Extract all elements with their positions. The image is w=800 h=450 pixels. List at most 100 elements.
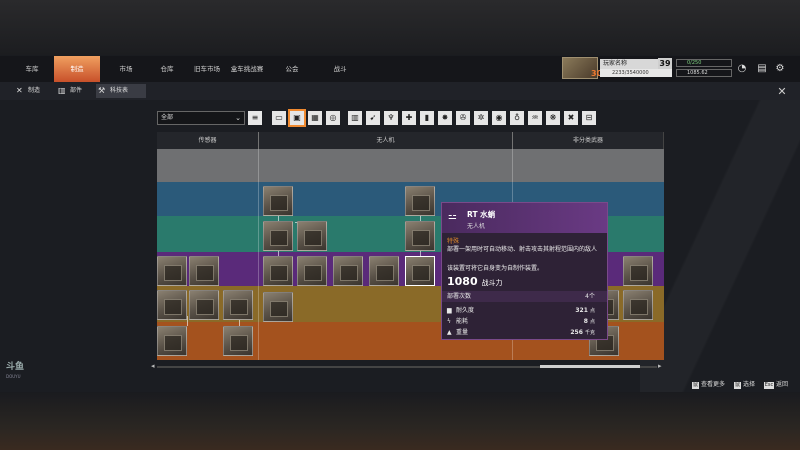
hint-view-more[interactable]: 鼠查看更多 [692,379,725,389]
tree-item[interactable] [157,256,187,286]
filter-melee-icon[interactable]: ✚ [402,111,416,125]
tab-market[interactable]: 市场 [104,56,148,82]
tree-item[interactable] [189,290,219,320]
hint-select[interactable]: 鼠选择 [734,379,755,389]
filter-hardware-icon[interactable]: ▣ [288,109,306,127]
category-select-value: 全部 [161,114,174,121]
power-value: 1080 [447,275,478,288]
column-header-weapons: 非分类武器 [513,132,664,149]
tooltip-item-name: RT 水蛸 [467,210,496,219]
scrollbar-thumb[interactable] [540,365,640,368]
filter-cabin-icon[interactable]: ▭ [272,111,286,125]
filter-mine-icon[interactable]: ✲ [474,111,488,125]
stat-value: 256 千克 [570,328,595,338]
filter-drone-icon[interactable]: ✇ [456,111,470,125]
deploy-value: 4个 [585,293,595,300]
filter-target-icon[interactable]: ◉ [492,111,506,125]
tree-item[interactable] [263,256,293,286]
stat-value: 321 点 [575,306,595,316]
chat-icon[interactable]: ▤ [756,63,768,75]
logo-subtext: DOUYU [6,374,21,379]
tree-item[interactable] [623,290,653,320]
filter-module-icon[interactable]: ▦ [308,111,322,125]
tab-garage[interactable]: 车库 [14,56,50,82]
tooltip-header: ⚍ RT 水蛸 无人机 [442,203,607,233]
resource-fuel: 0/250 [676,59,732,67]
tab-used-market[interactable]: 旧车市场 [186,56,228,82]
column-header-sensor: 传感器 [157,132,259,149]
player-card[interactable]: 玩家名称 39 30 2233/3540000 0/250 1085.62 [560,57,732,79]
filter-cannon-icon[interactable]: ✸ [438,111,452,125]
subtab-parts[interactable]: ▥ 部件 [56,84,92,98]
subtab-craft[interactable]: ✕ 制造 [14,84,50,98]
tree-item[interactable] [263,292,293,322]
speed-icon[interactable]: ◔ [736,63,748,75]
tree-item[interactable] [223,290,253,320]
tooltip-deploy-row: 部署次数 4个 [442,291,607,302]
tree-item[interactable] [263,221,293,251]
filter-special-icon[interactable]: ✖ [564,111,578,125]
weight-icon: ▲ [447,329,452,336]
tree-item[interactable] [223,326,253,356]
stat-label: 重量 [456,329,469,336]
tree-item[interactable] [405,221,435,251]
tree-item[interactable] [333,256,363,286]
scroll-left-icon[interactable]: ◂ [151,362,155,370]
tree-item-selected[interactable] [405,256,435,286]
tree-connector [187,316,188,326]
mouse-icon: 鼠 [734,382,741,389]
power-unit: 战斗力 [481,279,503,287]
stat-label: 耐久度 [456,307,475,314]
filter-misc-icon[interactable]: ⊟ [582,111,596,125]
durability-icon: ▆ [447,307,452,314]
tier-band-common [157,149,664,182]
tooltip-rarity: 特殊 [447,238,460,245]
footer-backdrop [0,392,800,450]
filter-rocket-icon[interactable]: ♆ [384,111,398,125]
tree-item[interactable] [157,290,187,320]
filter-frame-icon[interactable]: ▥ [348,111,362,125]
tooltip-item-type: 无人机 [467,223,486,230]
tooltip-description: 部署一架用时可自动移动、射击攻击其射程范围内的敌人 [447,246,598,253]
tab-storage[interactable]: 仓库 [150,56,184,82]
stat-number: 256 [570,329,583,336]
category-select[interactable]: 全部 ⌄ [157,111,245,125]
hint-back[interactable]: Esc 返回 [764,379,788,389]
stat-value: 8 点 [584,317,595,327]
tab-challenge[interactable]: 盒车挑战赛 [230,56,264,82]
filter-cooler-icon[interactable]: ❋ [546,111,560,125]
header-backdrop [0,0,800,55]
filter-booster-icon[interactable]: ♒ [528,111,542,125]
filter-energy-icon[interactable]: ♁ [510,111,524,125]
gear-icon[interactable]: ⚙ [774,63,786,75]
tree-item[interactable] [263,186,293,216]
hint-label: 返回 [776,381,789,388]
tree-item[interactable] [189,256,219,286]
tab-guild[interactable]: 公会 [272,56,312,82]
stat-number: 321 [575,307,588,314]
tooltip-note: 该装置可将它自身变为自制作装置。 [447,265,544,272]
player-xp: 2233/3540000 [600,69,672,77]
filter-bar-icon[interactable]: ▮ [420,111,434,125]
tree-item[interactable] [623,256,653,286]
tree-item[interactable] [297,256,327,286]
tree-item[interactable] [157,326,187,356]
item-tooltip: ⚍ RT 水蛸 无人机 特殊 部署一架用时可自动移动、射击攻击其射程范围内的敌人… [441,202,608,340]
scroll-right-icon[interactable]: ▸ [658,362,662,370]
tree-item[interactable] [369,256,399,286]
filter-gun-icon[interactable]: ➹ [366,111,380,125]
sub-nav: ✕ 制造 ▥ 部件 ⚒ 科技表 [0,82,800,100]
tree-item[interactable] [297,221,327,251]
tab-battle[interactable]: 战斗 [324,56,356,82]
tab-craft[interactable]: 制造 [54,56,100,82]
tree-item[interactable] [405,186,435,216]
tooltip-power: 1080 战斗力 [447,275,502,288]
tooltip-stat-weight: ▲ 重量 256 千克 [442,328,607,338]
stat-unit: 千克 [584,330,595,336]
filter-wheel-icon[interactable]: ◎ [326,111,340,125]
close-icon[interactable]: ✕ [776,86,788,98]
wrench-icon: ✕ [16,86,23,95]
list-view-button[interactable]: ≡ [248,111,262,125]
subtab-tech-tree[interactable]: ⚒ 科技表 [96,84,146,98]
tech-tree-icon: ⚒ [98,86,106,95]
